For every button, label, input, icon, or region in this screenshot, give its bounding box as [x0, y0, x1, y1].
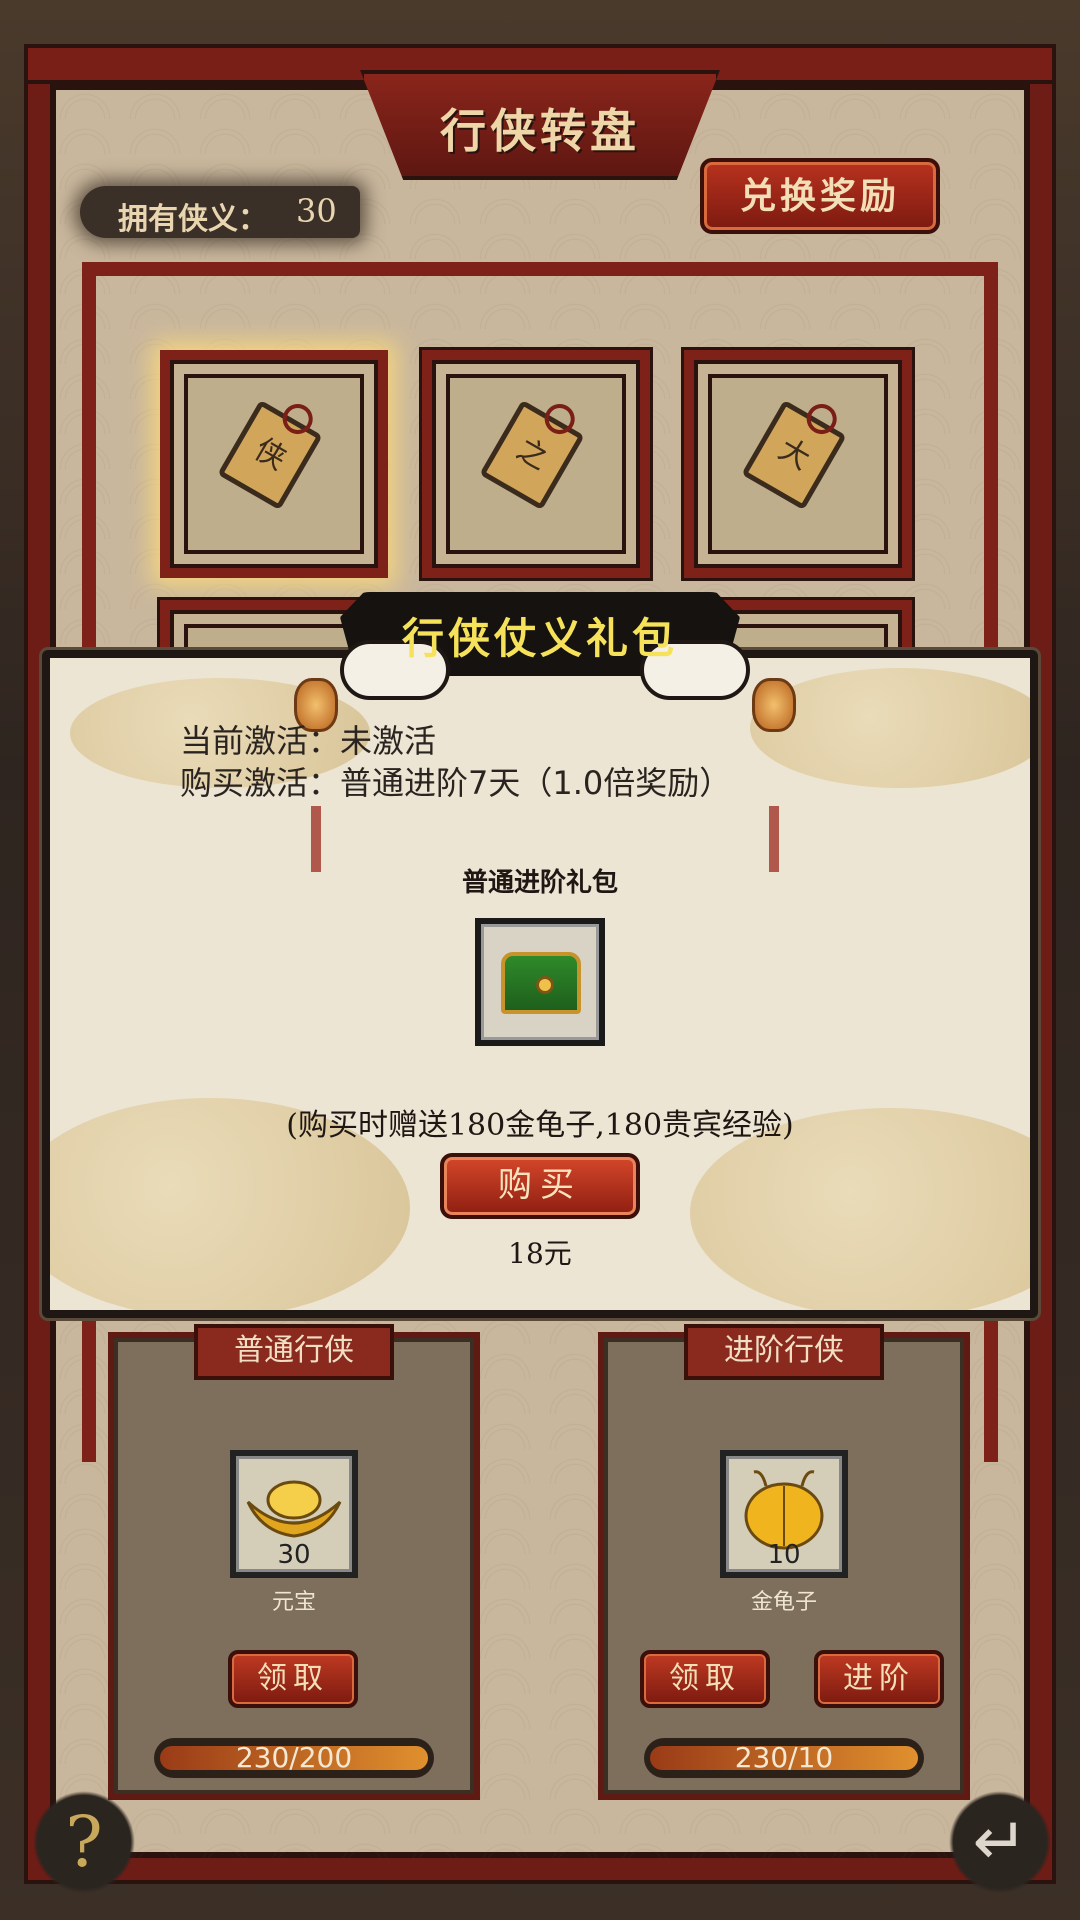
purchase-activation: 购买激活：普通进阶7天（1.0倍奖励） — [180, 764, 732, 802]
claim-button[interactable]: 领取 — [640, 1650, 770, 1708]
activation-status: 当前激活：未激活 — [180, 722, 437, 760]
reward-quantity: 10 — [767, 1540, 801, 1570]
buy-button[interactable]: 购买 — [440, 1153, 640, 1219]
panel-title: 进阶行侠 — [684, 1324, 884, 1380]
cloud-decoration — [750, 668, 1030, 788]
treasure-chest-icon — [501, 952, 581, 1014]
reward-quantity: 30 — [277, 1540, 311, 1570]
reward-name: 元宝 — [271, 1590, 316, 1615]
exchange-reward-button[interactable]: 兑换奖励 — [700, 158, 940, 234]
pack-name: 普通进阶礼包 — [461, 868, 618, 898]
reward-name: 金龟子 — [750, 1590, 817, 1615]
dialog-title: 行侠仗义礼包 — [401, 614, 678, 663]
back-icon[interactable]: ↵ — [940, 1782, 1060, 1902]
panel-title: 普通行侠 — [194, 1324, 394, 1380]
progress-bar: 230/10 — [644, 1738, 924, 1778]
progress-text: 230/200 — [235, 1741, 353, 1774]
wheel-card-1[interactable]: 侠 — [160, 350, 388, 578]
chest-lock-icon — [536, 976, 554, 994]
wheel-card-3[interactable]: 大 — [684, 350, 912, 578]
normal-panel: 普通行侠 30 元宝 领取 230/200 — [108, 1324, 480, 1800]
wheel-card-2[interactable]: 之 — [422, 350, 650, 578]
gold-ingot-icon — [246, 1480, 342, 1538]
reward-slot[interactable]: 10 — [720, 1450, 848, 1578]
gift-note: (购买时赠送180金龟子,180贵宾经验) — [286, 1108, 794, 1143]
progress-bar: 230/200 — [154, 1738, 434, 1778]
progress-text: 230/10 — [734, 1741, 834, 1774]
advanced-panel: 进阶行侠 10 金龟子 领取 进阶 230/10 — [598, 1324, 970, 1800]
currency-label: 拥有侠义： — [118, 202, 268, 237]
price-label: 18元 — [508, 1237, 572, 1270]
claim-button[interactable]: 领取 — [228, 1650, 358, 1708]
reward-slot[interactable]: 30 — [230, 1450, 358, 1578]
lantern-icon — [752, 678, 796, 732]
help-icon[interactable]: ? — [24, 1782, 144, 1902]
advance-button[interactable]: 进阶 — [814, 1650, 944, 1708]
pack-item-slot[interactable] — [475, 918, 605, 1046]
currency-value: 30 — [296, 192, 337, 230]
page-title: 行侠转盘 — [440, 104, 640, 158]
